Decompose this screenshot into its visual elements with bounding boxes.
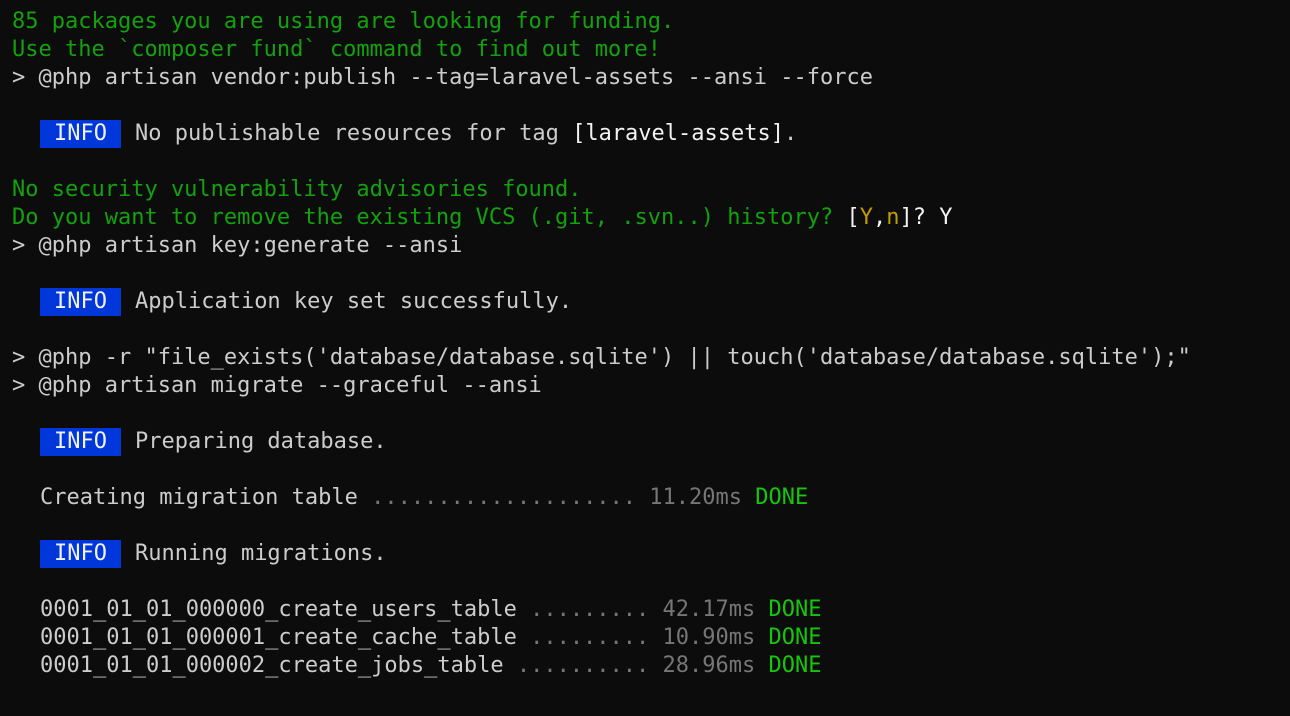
migration-row: 0001_01_01_000001_create_cache_table ...… bbox=[12, 624, 1290, 652]
command-key-generate: > @php artisan key:generate --ansi bbox=[12, 233, 463, 258]
vcs-prompt-answer: Y bbox=[939, 205, 953, 230]
migration-time: 28.96ms bbox=[662, 653, 756, 678]
info-keygen-text: Application key set successfully. bbox=[134, 289, 573, 314]
migration-status: DONE bbox=[768, 653, 822, 678]
command-vendor-publish: > @php artisan vendor:publish --tag=lara… bbox=[12, 65, 873, 90]
info-publish-line: INFO No publishable resources for tag [la… bbox=[12, 120, 1290, 148]
vcs-prompt-comma: , bbox=[872, 205, 887, 230]
info-publish-tag: [laravel-assets] bbox=[572, 121, 784, 146]
migration-dots: ......... bbox=[530, 625, 650, 650]
info-running-line: INFO Running migrations. bbox=[12, 540, 1290, 568]
funding-hint-line: Use the `composer fund` command to find … bbox=[12, 37, 662, 62]
info-publish-text: No publishable resources for tag bbox=[134, 121, 573, 146]
migration-row: 0001_01_01_000000_create_users_table ...… bbox=[12, 596, 1290, 624]
vcs-prompt-question: Do you want to remove the existing VCS (… bbox=[12, 205, 847, 230]
migration-time: 42.17ms bbox=[662, 597, 756, 622]
migration-table-status: DONE bbox=[755, 485, 809, 510]
vcs-prompt-bracket-open: [ bbox=[846, 205, 860, 230]
info-keygen-line: INFO Application key set successfully. bbox=[12, 288, 1290, 316]
info-badge: INFO bbox=[40, 288, 121, 316]
migration-row: 0001_01_01_000002_create_jobs_table ....… bbox=[12, 652, 1290, 680]
vcs-prompt-suffix: ? bbox=[912, 205, 940, 230]
info-prepare-text: Preparing database. bbox=[134, 429, 387, 454]
migration-name: 0001_01_01_000000_create_users_table bbox=[40, 597, 531, 622]
vcs-prompt-option-y: Y bbox=[859, 205, 873, 230]
command-migrate: > @php artisan migrate --graceful --ansi bbox=[12, 373, 542, 398]
migration-table-line: Creating migration table ...............… bbox=[12, 484, 1290, 512]
migration-table-dots: .................... bbox=[371, 485, 637, 510]
vcs-prompt-bracket-close: ] bbox=[899, 205, 913, 230]
migration-name: 0001_01_01_000001_create_cache_table bbox=[40, 625, 531, 650]
migration-dots: ......... bbox=[530, 597, 650, 622]
info-prepare-line: INFO Preparing database. bbox=[12, 428, 1290, 456]
vcs-prompt-option-n: n bbox=[886, 205, 900, 230]
terminal-window[interactable]: 85 packages you are using are looking fo… bbox=[0, 0, 1290, 716]
migration-status: DONE bbox=[768, 625, 822, 650]
funding-message-line: 85 packages you are using are looking fo… bbox=[12, 9, 675, 34]
info-badge: INFO bbox=[40, 540, 121, 568]
migration-table-time: 11.20ms bbox=[649, 485, 743, 510]
info-badge: INFO bbox=[40, 120, 121, 148]
migration-table-name: Creating migration table bbox=[40, 485, 372, 510]
vcs-prompt-line: Do you want to remove the existing VCS (… bbox=[12, 204, 1290, 232]
migration-time: 10.90ms bbox=[662, 625, 756, 650]
info-publish-period: . bbox=[784, 121, 798, 146]
migration-dots: .......... bbox=[516, 653, 650, 678]
info-running-text: Running migrations. bbox=[134, 541, 387, 566]
command-sqlite-touch: > @php -r "file_exists('database/databas… bbox=[12, 345, 1191, 370]
info-badge: INFO bbox=[40, 428, 121, 456]
security-advisories-line: No security vulnerability advisories fou… bbox=[12, 177, 582, 202]
migration-status: DONE bbox=[768, 597, 822, 622]
migration-name: 0001_01_01_000002_create_jobs_table bbox=[40, 653, 517, 678]
